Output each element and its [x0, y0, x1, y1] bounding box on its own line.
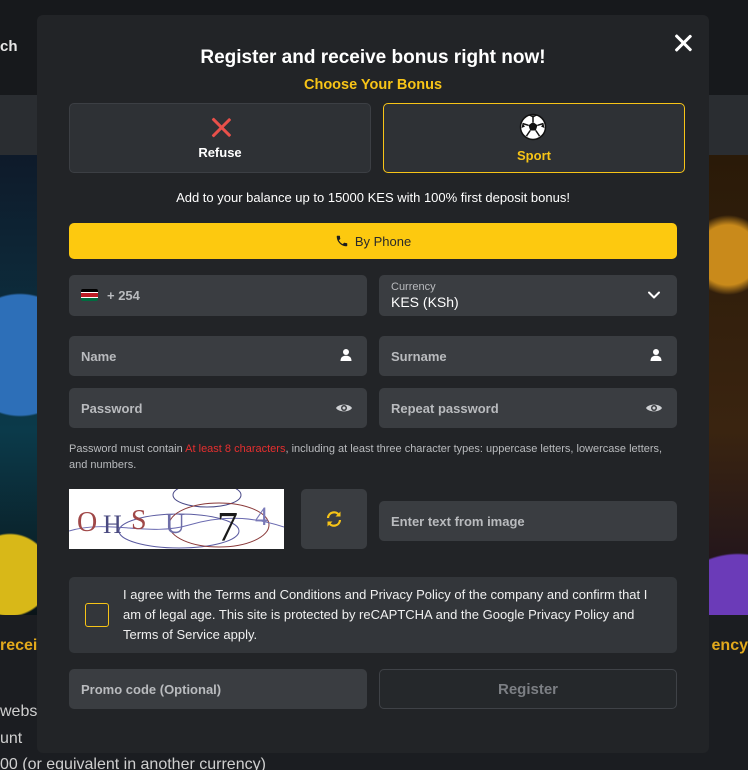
captcha-placeholder: Enter text from image	[391, 514, 525, 529]
by-phone-label: By Phone	[354, 233, 412, 249]
captcha-image: O H S U 7 4	[69, 489, 284, 549]
password-field[interactable]: Password	[69, 388, 367, 428]
promo-heading-right: ency	[711, 637, 748, 654]
promo-text-line: 00 (or equivalent in another currency)	[0, 756, 266, 770]
header-search-text: ch	[0, 38, 18, 55]
phone-icon	[336, 235, 348, 247]
password-requirements: Password must contain At least 8 charact…	[69, 441, 679, 473]
promo-text-line: unt	[0, 730, 23, 747]
refresh-icon	[326, 511, 342, 527]
modal-title: Register and receive bonus right now!	[200, 47, 546, 68]
captcha-char: S	[131, 505, 147, 536]
terms-agreement: I agree with the Terms and Conditions an…	[69, 577, 677, 653]
repeat-password-field[interactable]: Repeat password	[379, 388, 677, 428]
captcha-refresh-button[interactable]	[301, 489, 367, 549]
currency-select[interactable]: Currency KES (KSh)	[379, 275, 677, 316]
close-x-icon	[209, 115, 233, 139]
phone-prefix: + 254	[107, 288, 140, 303]
captcha-char: U	[165, 509, 185, 540]
promo-image-left	[0, 155, 40, 615]
terms-text: I agree with the Terms and Conditions an…	[123, 587, 648, 642]
surname-placeholder: Surname	[391, 349, 447, 364]
bonus-subtitle: Choose Your Bonus	[303, 77, 443, 93]
promo-text-line: webs	[0, 703, 38, 720]
user-icon	[340, 349, 352, 361]
by-phone-tab[interactable]: By Phone	[69, 223, 677, 259]
name-placeholder: Name	[81, 349, 117, 364]
soccer-ball-icon	[519, 113, 547, 141]
user-icon	[650, 349, 662, 361]
promo-code-placeholder: Promo code (Optional)	[81, 682, 222, 697]
captcha-input[interactable]: Enter text from image	[379, 501, 677, 541]
captcha-char: 4	[255, 502, 268, 531]
eye-icon[interactable]	[335, 402, 353, 414]
chevron-down-icon	[648, 291, 660, 299]
captcha-char: O	[77, 507, 97, 538]
password-note-text: Password must contain	[69, 443, 186, 455]
name-field[interactable]: Name	[69, 336, 367, 376]
bonus-option-label: Refuse	[198, 145, 242, 160]
repeat-password-placeholder: Repeat password	[391, 401, 499, 416]
bonus-option-label: Sport	[517, 148, 551, 163]
phone-field[interactable]: + 254	[69, 275, 367, 316]
captcha-char: 7	[217, 505, 238, 549]
registration-modal: Register and receive bonus right now! Ch…	[37, 15, 709, 753]
captcha-drawing: O H S U 7 4	[69, 489, 284, 549]
promo-image-right	[708, 155, 748, 615]
currency-value: KES (KSh)	[391, 294, 459, 310]
captcha-char: H	[103, 510, 122, 539]
currency-label: Currency	[391, 281, 436, 293]
bonus-option-sport[interactable]: Sport	[383, 103, 685, 173]
password-note-highlight: At least 8 characters	[185, 443, 286, 455]
bonus-description: Add to your balance up to 15000 KES with…	[176, 190, 570, 205]
surname-field[interactable]: Surname	[379, 336, 677, 376]
kenya-flag-icon	[81, 289, 98, 301]
promo-heading-left: recei	[0, 637, 38, 654]
password-placeholder: Password	[81, 401, 143, 416]
bonus-option-refuse[interactable]: Refuse	[69, 103, 371, 173]
register-button[interactable]: Register	[379, 669, 677, 709]
promo-code-field[interactable]: Promo code (Optional)	[69, 669, 367, 709]
eye-icon[interactable]	[645, 402, 663, 414]
terms-checkbox[interactable]	[85, 603, 109, 627]
